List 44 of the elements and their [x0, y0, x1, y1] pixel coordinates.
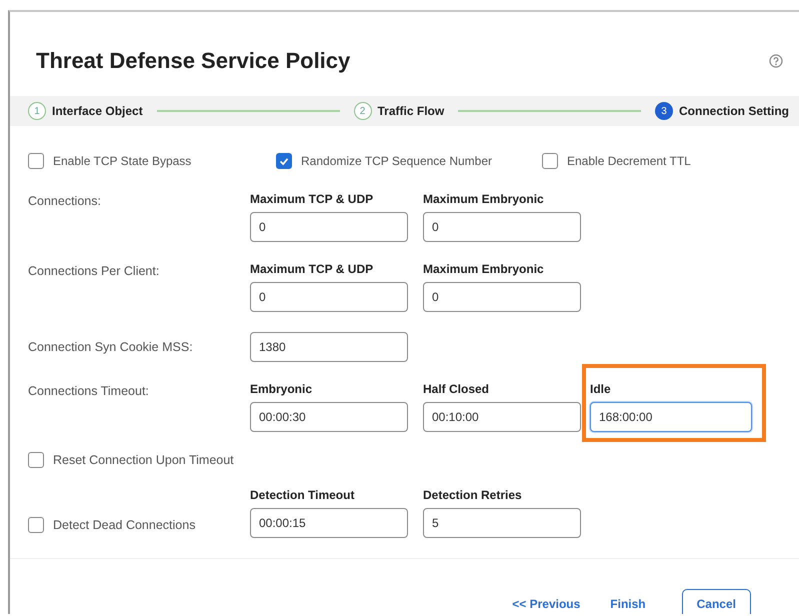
link-button[interactable]: << Previous: [508, 593, 584, 614]
step-number: 3: [655, 102, 674, 120]
checkbox-label: Randomize TCP Sequence Number: [301, 154, 492, 168]
row-label: Connection Syn Cookie MSS:: [28, 340, 194, 354]
input-field[interactable]: 168:00:00: [590, 402, 752, 432]
dialog-title: Threat Defense Service Policy: [36, 48, 350, 74]
checkbox-label: Reset Connection Upon Timeout: [53, 453, 234, 467]
checkbox-label: Enable Decrement TTL: [567, 154, 691, 168]
link-button[interactable]: Finish: [606, 593, 650, 614]
checkbox-label: Detect Dead Connections: [53, 518, 196, 532]
field-label: Embryonic: [250, 382, 314, 396]
input-field[interactable]: 00:00:30: [250, 402, 408, 432]
input-field[interactable]: 00:10:00: [423, 402, 581, 432]
field-label: Maximum TCP & UDP: [250, 192, 374, 206]
row-label: Connections:: [28, 194, 102, 208]
checkbox-label: Enable TCP State Bypass: [53, 154, 192, 168]
row-label: Connections Timeout:: [28, 384, 150, 398]
field-label: Half Closed: [423, 382, 490, 396]
input-field[interactable]: 00:00:15: [250, 508, 408, 538]
help-icon[interactable]: [769, 54, 783, 68]
field-label: Idle: [590, 382, 612, 396]
step-label: Interface Object: [52, 104, 143, 118]
field-label: Detection Timeout: [250, 488, 356, 502]
field-label: Maximum Embryonic: [423, 262, 545, 276]
checkbox[interactable]: [28, 517, 44, 533]
field-label: Maximum Embryonic: [423, 192, 545, 206]
step-label: Traffic Flow: [378, 104, 444, 118]
checkbox[interactable]: [542, 153, 558, 169]
input-field[interactable]: 0: [250, 212, 408, 242]
field-label: Detection Retries: [423, 488, 523, 502]
row-label: Connections Per Client:: [28, 264, 160, 278]
checkbox[interactable]: [28, 452, 44, 468]
step-number: 2: [354, 102, 372, 120]
input-field[interactable]: 1380: [250, 332, 408, 362]
input-field[interactable]: 0: [423, 282, 581, 312]
input-field[interactable]: 0: [250, 282, 408, 312]
cancel-button[interactable]: Cancel: [682, 589, 751, 614]
step-label: Connection Setting: [679, 104, 790, 118]
input-field[interactable]: 5: [423, 508, 581, 538]
checkbox[interactable]: [28, 153, 44, 169]
field-label: Maximum TCP & UDP: [250, 262, 374, 276]
step-number: 1: [28, 102, 46, 120]
checkbox[interactable]: [276, 153, 292, 169]
input-field[interactable]: 0: [423, 212, 581, 242]
